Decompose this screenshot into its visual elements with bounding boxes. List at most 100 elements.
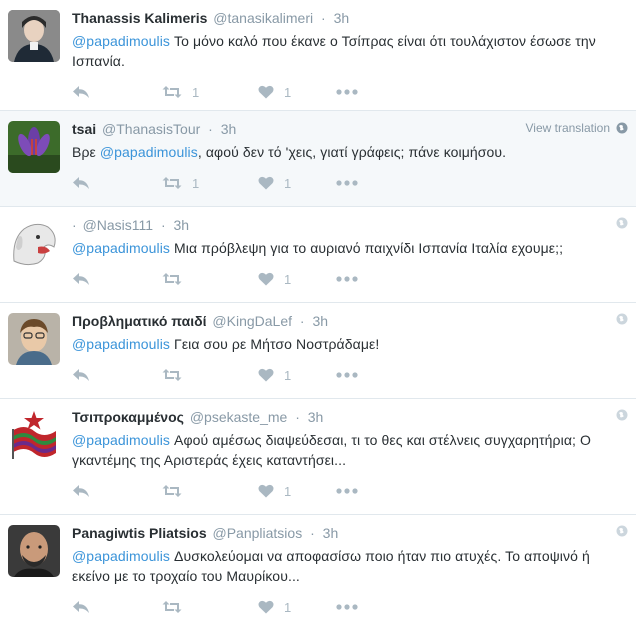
user-handle[interactable]: @psekaste_me [190, 409, 287, 425]
avatar[interactable] [8, 121, 60, 173]
reply-button[interactable] [72, 484, 162, 498]
avatar[interactable] [8, 409, 60, 461]
mention-link[interactable]: @papadimoulis [72, 336, 170, 352]
mention-link[interactable]: @papadimoulis [72, 432, 170, 448]
globe-icon [616, 525, 628, 537]
more-button[interactable] [336, 89, 366, 95]
reply-button[interactable] [72, 272, 162, 286]
user-fullname[interactable]: Τσιπροκαμμένος [72, 409, 184, 425]
heart-icon [258, 85, 274, 99]
user-fullname[interactable]: Panagiwtis Pliatsios [72, 525, 207, 541]
like-button[interactable]: 1 [258, 368, 336, 383]
reply-button[interactable] [72, 368, 162, 382]
tweet-timestamp[interactable]: 3h [308, 409, 324, 425]
like-button[interactable]: 1 [258, 272, 336, 287]
view-translation-link[interactable]: View translation [526, 121, 611, 135]
more-icon [336, 276, 358, 282]
reply-icon [73, 177, 89, 189]
tweet-timestamp[interactable]: 3h [334, 10, 350, 26]
tweet-body-prefix: Βρε [72, 144, 100, 160]
retweet-button[interactable]: 1 [162, 176, 258, 191]
reply-button[interactable] [72, 176, 162, 190]
like-button[interactable]: 1 [258, 484, 336, 499]
retweet-button[interactable]: 1 [162, 85, 258, 100]
user-handle[interactable]: @ThanasisTour [102, 121, 200, 137]
reply-button[interactable] [72, 600, 162, 614]
like-button[interactable]: 1 [258, 85, 336, 100]
mention-link[interactable]: @papadimoulis [72, 33, 170, 49]
user-fullname[interactable]: Thanassis Kalimeris [72, 10, 207, 26]
user-fullname[interactable]: Προβληματικό παιδί [72, 313, 207, 329]
tweet[interactable]: Τσιπροκαμμένος @psekaste_me · 3h @papadi… [0, 399, 636, 515]
avatar[interactable] [8, 313, 60, 365]
tweet-text: @papadimoulis Το μόνο καλό που έκανε ο Τ… [72, 31, 626, 71]
reply-icon [73, 485, 89, 497]
avatar[interactable] [8, 217, 60, 269]
avatar[interactable] [8, 10, 60, 62]
tweet-header: Τσιπροκαμμένος @psekaste_me · 3h [72, 407, 626, 427]
user-handle[interactable]: @KingDaLef [212, 313, 292, 329]
like-button[interactable]: 1 [258, 600, 336, 615]
tweet-header: Thanassis Kalimeris @tanasikalimeri · 3h [72, 8, 626, 28]
tweet-timestamp[interactable]: 3h [312, 313, 328, 329]
avatar-image [8, 217, 60, 269]
avatar-image [8, 313, 60, 365]
retweet-button[interactable] [162, 484, 258, 498]
tweet[interactable]: · @Nasis111 · 3h @papadimoulis Μια πρόβλ… [0, 207, 636, 303]
user-handle[interactable]: @tanasikalimeri [213, 10, 313, 26]
like-count: 1 [284, 271, 292, 287]
tweet-timestamp[interactable]: 3h [174, 217, 190, 233]
more-button[interactable] [336, 180, 366, 186]
globe-icon [616, 313, 628, 325]
heart-icon [258, 484, 274, 498]
more-button[interactable] [336, 372, 366, 378]
user-handle[interactable]: @Nasis111 [83, 217, 154, 233]
retweet-icon [162, 177, 182, 189]
tweet-text: @papadimoulis Μια πρόβλεψη για το αυριαν… [72, 238, 626, 258]
mention-link[interactable]: @papadimoulis [72, 240, 170, 256]
tweet[interactable]: View translation tsai @ThanasisTour · 3h… [0, 111, 636, 207]
user-handle[interactable]: @Panpliatsios [213, 525, 303, 541]
translation-area [616, 525, 628, 537]
tweet-header: Προβληματικό παιδί @KingDaLef · 3h [72, 311, 626, 331]
translation-area: View translation [526, 121, 629, 135]
tweet-timeline: Thanassis Kalimeris @tanasikalimeri · 3h… [0, 0, 636, 616]
avatar[interactable] [8, 525, 60, 577]
more-button[interactable] [336, 488, 366, 494]
avatar-image [8, 121, 60, 173]
tweet-actions: 1 [72, 354, 626, 396]
globe-icon [616, 217, 628, 229]
retweet-button[interactable] [162, 272, 258, 286]
tweet[interactable]: Thanassis Kalimeris @tanasikalimeri · 3h… [0, 0, 636, 111]
tweet-timestamp[interactable]: 3h [323, 525, 339, 541]
like-count: 1 [284, 175, 292, 191]
reply-icon [73, 86, 89, 98]
heart-icon [258, 176, 274, 190]
mention-link[interactable]: @papadimoulis [72, 548, 170, 564]
tweet-actions: 1 [72, 586, 626, 628]
tweet[interactable]: Panagiwtis Pliatsios @Panpliatsios · 3h … [0, 515, 636, 616]
reply-button[interactable] [72, 85, 162, 99]
tweet[interactable]: Προβληματικό παιδί @KingDaLef · 3h @papa… [0, 303, 636, 399]
tweet-body: , αφού δεν τό 'χεις, γιατί γράφεις; πάνε… [197, 144, 507, 160]
user-fullname[interactable]: tsai [72, 121, 96, 137]
more-button[interactable] [336, 276, 366, 282]
translation-area [616, 409, 628, 421]
like-button[interactable]: 1 [258, 176, 336, 191]
more-icon [336, 604, 358, 610]
mention-link[interactable]: @papadimoulis [100, 144, 198, 160]
tweet-actions: 1 1 [72, 162, 626, 204]
avatar-image [8, 10, 60, 62]
user-fullname[interactable]: · [72, 217, 77, 233]
more-button[interactable] [336, 604, 366, 610]
retweet-button[interactable] [162, 600, 258, 614]
retweet-icon [162, 273, 182, 285]
reply-icon [73, 601, 89, 613]
tweet-timestamp[interactable]: 3h [221, 121, 237, 137]
separator-dot: · [208, 121, 213, 137]
separator-dot: · [299, 313, 305, 329]
retweet-button[interactable] [162, 368, 258, 382]
retweet-icon [162, 485, 182, 497]
heart-icon [258, 600, 274, 614]
like-count: 1 [284, 483, 292, 499]
